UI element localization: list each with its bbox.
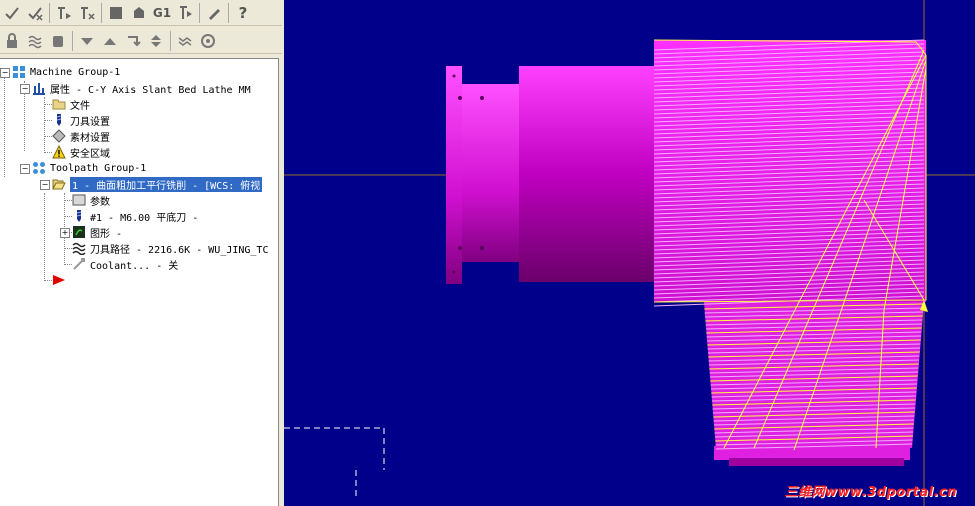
watermark-text: 三维网www.3dportal.cn (784, 485, 957, 500)
toolbar-separator (49, 2, 50, 23)
tree-item-files[interactable]: 文件 (52, 96, 90, 112)
coolant-icon (72, 257, 86, 271)
scroll-updown-icon[interactable] (146, 31, 166, 51)
expand-geometry[interactable]: + (60, 228, 70, 238)
properties-chart-icon (32, 81, 46, 95)
collapse-operation[interactable]: − (40, 180, 50, 190)
zoom-circle-icon[interactable] (198, 31, 218, 51)
tree-item-tool[interactable]: #1 - M6.00 平底刀 - (72, 208, 198, 224)
toolpath-wave-icon (72, 241, 86, 255)
lathe-part-scene (284, 0, 975, 506)
tree-item-stock-setup[interactable]: 素材设置 (52, 128, 110, 144)
toolbar-separator (228, 2, 229, 23)
params-folder-icon (72, 193, 86, 207)
regenerate-dirty-icon[interactable] (77, 3, 97, 23)
collapse-properties[interactable]: − (20, 84, 30, 94)
tree-item-machine-group[interactable]: Machine Group-1 (12, 64, 120, 80)
stock-diamond-icon (52, 129, 66, 143)
tool-label: #1 - M6.00 平底刀 - (90, 212, 199, 224)
bolt-hole (458, 96, 462, 100)
insert-arrow-icon[interactable] (123, 31, 143, 51)
tree-item-coolant[interactable]: Coolant... - 关 (72, 256, 178, 272)
tree-item-properties[interactable]: 属性 - C-Y Axis Slant Bed Lathe MM (32, 80, 251, 96)
help-icon[interactable]: ? (233, 3, 253, 23)
part-body (654, 40, 926, 302)
select-all-icon[interactable] (2, 3, 22, 23)
lock-icon[interactable] (2, 31, 22, 51)
toolbar-separator (199, 2, 200, 23)
tree-insert-arrow[interactable] (52, 272, 70, 288)
safety-zone-label: 安全区域 (70, 148, 110, 160)
tree-item-toolpath-group[interactable]: Toolpath Group-1 (32, 160, 146, 176)
g1-label: G1 (152, 5, 172, 20)
toolbar-separator (101, 2, 102, 23)
toolpath-label: 刀具路径 - 2216.6K - WU_JING_TC (90, 244, 269, 256)
toggle-posting-icon[interactable] (48, 31, 68, 51)
part-flange (462, 84, 519, 262)
operations-toolbar-2 (0, 28, 282, 54)
collapse-machine-group[interactable]: − (0, 68, 10, 78)
operation-label: 1 - 曲面粗加工平行铣削 - [WCS: 俯视 (70, 176, 263, 192)
tree-item-safety-zone[interactable]: 安全区域 (52, 144, 110, 160)
machine-group-label: Machine Group-1 (30, 66, 121, 78)
part-base-shadow (729, 458, 904, 466)
bolt-hole (458, 246, 462, 250)
params-label: 参数 (90, 196, 110, 208)
machine-group-icon (12, 65, 26, 79)
edit-icon[interactable] (204, 3, 224, 23)
bolt-hole (480, 246, 484, 250)
toolbar-separator (170, 30, 171, 51)
collapse-toolpath-group[interactable]: − (20, 164, 30, 174)
properties-label: 属性 - C-Y Axis Slant Bed Lathe MM (50, 84, 251, 96)
backplot-square-icon[interactable] (106, 3, 126, 23)
toolbar-separator (72, 30, 73, 51)
operations-toolbar: G1 ? (0, 0, 282, 26)
tree-item-operation[interactable]: 1 - 曲面粗加工平行铣削 - [WCS: 俯视 (52, 176, 263, 192)
tree-item-geometry[interactable]: 图形 - (72, 224, 122, 240)
move-up-icon[interactable] (100, 31, 120, 51)
graphics-viewport[interactable]: 三维网www.3dportal.cn (284, 0, 975, 506)
operations-tree: − − − − + Machine Group-1 属性 - C-Y Axis … (0, 58, 279, 506)
tool-settings-label: 刀具设置 (70, 116, 110, 128)
bolt-hole (480, 96, 484, 100)
part-cylinder (519, 66, 654, 282)
toolpath-group-label: Toolpath Group-1 (50, 162, 147, 174)
post-arrow-icon[interactable] (175, 3, 195, 23)
operations-manager-panel: G1 ? − − − − + Machine Group-1 属性 - C-Y … (0, 0, 284, 506)
coolant-label: Coolant... - 关 (90, 260, 179, 272)
tree-item-params[interactable]: 参数 (72, 192, 110, 208)
verify-gear-icon[interactable] (129, 3, 149, 23)
files-label: 文件 (70, 100, 90, 112)
regenerate-icon[interactable] (54, 3, 74, 23)
tool-settings-icon (52, 113, 66, 127)
stock-boundary-dashed (284, 427, 385, 500)
toggle-display-icon[interactable] (25, 31, 45, 51)
stock-setup-label: 素材设置 (70, 132, 110, 144)
move-down-icon[interactable] (77, 31, 97, 51)
tree-item-tool-settings[interactable]: 刀具设置 (52, 112, 110, 128)
bolt-hole (452, 270, 456, 274)
toolpath-group-icon (32, 161, 46, 175)
open-folder-icon (52, 177, 66, 191)
tree-item-toolpath[interactable]: 刀具路径 - 2216.6K - WU_JING_TC (72, 240, 268, 256)
folder-icon (52, 97, 66, 111)
help-label: ? (238, 3, 248, 22)
geometry-icon (72, 225, 86, 239)
g1-icon[interactable]: G1 (152, 3, 172, 23)
select-dirty-icon[interactable] (25, 3, 45, 23)
geometry-label: 图形 - (90, 228, 123, 240)
toolpath-wave-icon[interactable] (175, 31, 195, 51)
bolt-hole (452, 74, 456, 78)
end-mill-icon (72, 209, 86, 223)
warning-icon (52, 145, 66, 159)
insert-arrow-icon (52, 273, 66, 287)
